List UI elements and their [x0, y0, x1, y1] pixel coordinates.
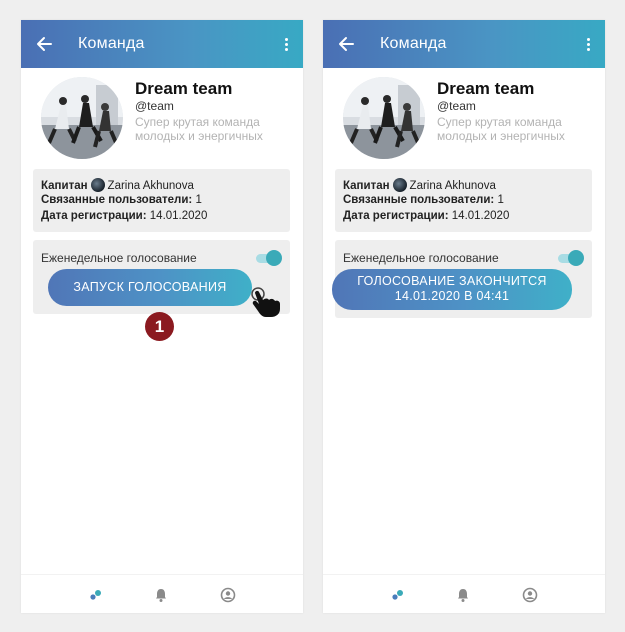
- vote-ends-line2: 14.01.2020 В 04:41: [394, 289, 510, 303]
- weekly-vote-toggle[interactable]: [558, 250, 584, 266]
- bottom-nav: [21, 574, 303, 613]
- team-description: Супер крутая команда молодых и энергичны…: [135, 115, 263, 143]
- linked-users-value: 1: [497, 194, 504, 206]
- captain-avatar: [90, 178, 105, 192]
- captain-label: Капитан: [343, 180, 390, 192]
- team-icon[interactable]: [88, 587, 104, 603]
- team-description: Супер крутая команда молодых и энергичны…: [437, 115, 565, 143]
- team-handle: @team: [437, 99, 476, 113]
- app-bar: Команда: [21, 20, 303, 68]
- weekly-vote-label: Еженедельное голосование: [343, 251, 499, 265]
- bell-icon[interactable]: [153, 587, 169, 603]
- page-title: Команда: [78, 35, 145, 52]
- page-title: Команда: [380, 35, 447, 52]
- app-bar: Команда: [323, 20, 605, 68]
- step-badge: 1: [145, 312, 174, 341]
- linked-users-label: Связанные пользователи:: [41, 194, 193, 206]
- more-vert-icon[interactable]: [587, 38, 591, 52]
- team-name: Dream team: [437, 79, 535, 98]
- weekly-vote-label: Еженедельное голосование: [41, 251, 197, 265]
- vote-ends-button[interactable]: ГОЛОСОВАНИЕ ЗАКОНЧИТСЯ 14.01.2020 В 04:4…: [332, 269, 572, 310]
- team-info-card: Капитан Zarina Akhunova Связанные пользов…: [335, 169, 592, 232]
- linked-users-value: 1: [195, 194, 202, 206]
- registration-date-label: Дата регистрации:: [343, 210, 449, 222]
- team-avatar: [41, 77, 123, 159]
- profile-icon[interactable]: [220, 587, 236, 603]
- linked-users-label: Связанные пользователи:: [343, 194, 495, 206]
- captain-name[interactable]: Zarina Akhunova: [108, 180, 194, 192]
- captain-label: Капитан: [41, 180, 88, 192]
- bottom-nav: [323, 574, 605, 613]
- captain-name[interactable]: Zarina Akhunova: [410, 180, 496, 192]
- team-icon[interactable]: [390, 587, 406, 603]
- captain-avatar: [392, 178, 407, 192]
- registration-date-value: 14.01.2020: [149, 210, 208, 222]
- back-arrow-icon[interactable]: [337, 32, 355, 56]
- registration-date-label: Дата регистрации:: [41, 210, 147, 222]
- registration-date-value: 14.01.2020: [451, 210, 510, 222]
- start-vote-button[interactable]: ЗАПУСК ГОЛОСОВАНИЯ: [48, 269, 252, 306]
- team-info-card: Капитан Zarina Akhunova Связанные пользов…: [33, 169, 290, 232]
- weekly-vote-toggle[interactable]: [256, 250, 282, 266]
- vote-ends-line1: ГОЛОСОВАНИЕ ЗАКОНЧИТСЯ: [357, 274, 547, 288]
- hand-pointer-icon: [251, 287, 280, 317]
- team-avatar: [343, 77, 425, 159]
- phone-screen-after: Команда Dream team @team Супер крутая ко…: [323, 20, 605, 613]
- bell-icon[interactable]: [455, 587, 471, 603]
- back-arrow-icon[interactable]: [35, 32, 53, 56]
- more-vert-icon[interactable]: [285, 38, 289, 52]
- team-name: Dream team: [135, 79, 233, 98]
- profile-icon[interactable]: [522, 587, 538, 603]
- team-handle: @team: [135, 99, 174, 113]
